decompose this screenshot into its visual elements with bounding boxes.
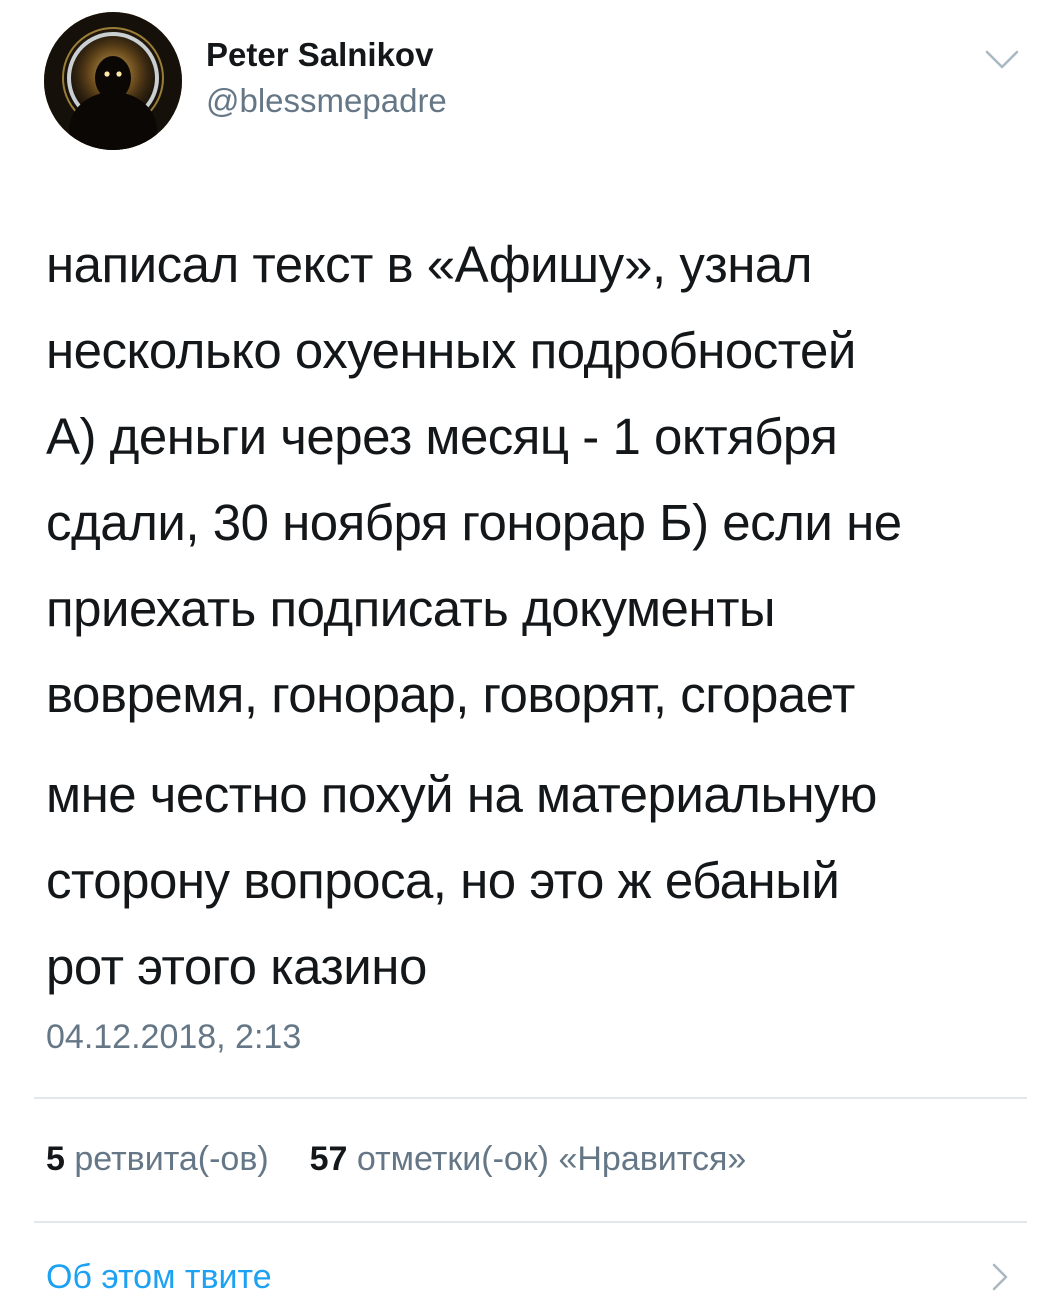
divider <box>34 1097 1027 1099</box>
tweet-line: А) деньги через месяц - 1 октября <box>46 408 838 465</box>
tweet-text: написал текст в «Афишу», узнал несколько… <box>46 222 1036 1010</box>
tweet-line: рот этого казино <box>46 938 427 995</box>
likes-label: отметки(-ок) «Нравится» <box>356 1140 747 1178</box>
author-name[interactable]: Peter Salnikov <box>206 36 433 74</box>
chevron-right-icon[interactable] <box>990 1262 1010 1292</box>
tweet-paragraph-2: мне честно похуй на материальную сторону… <box>46 752 1036 1010</box>
avatar-image <box>44 12 182 150</box>
tweet-timestamp: 04.12.2018, 2:13 <box>46 1018 302 1056</box>
retweets-label: ретвита(-ов) <box>74 1140 269 1178</box>
tweet-paragraph-1: написал текст в «Афишу», узнал несколько… <box>46 222 1036 738</box>
tweet-line: приехать подписать документы <box>46 580 776 637</box>
divider <box>34 1221 1027 1223</box>
tweet-line: написал текст в «Афишу», узнал <box>46 236 813 293</box>
tweet-line: сторону вопроса, но это ж ебаный <box>46 852 840 909</box>
author-handle[interactable]: @blessmepadre <box>206 82 447 120</box>
likes-count: 57 <box>309 1140 348 1178</box>
tweet-stats: 5 ретвита(-ов) 57 отметки(-ок) «Нравится… <box>46 1140 746 1179</box>
tweet-line: несколько охуенных подробностей <box>46 322 856 379</box>
tweet-line: вовремя, гонорар, говорят, сгорает <box>46 666 855 723</box>
chevron-down-icon[interactable] <box>984 48 1020 72</box>
retweets-stat[interactable]: 5 ретвита(-ов) <box>46 1140 278 1178</box>
avatar[interactable] <box>44 12 182 150</box>
about-tweet-link[interactable]: Об этом твите <box>46 1258 272 1297</box>
likes-stat[interactable]: 57 отметки(-ок) «Нравится» <box>310 1140 747 1178</box>
retweets-count: 5 <box>46 1140 65 1178</box>
tweet-line: сдали, 30 ноября гонорар Б) если не <box>46 494 902 551</box>
tweet-line: мне честно похуй на материальную <box>46 766 877 823</box>
